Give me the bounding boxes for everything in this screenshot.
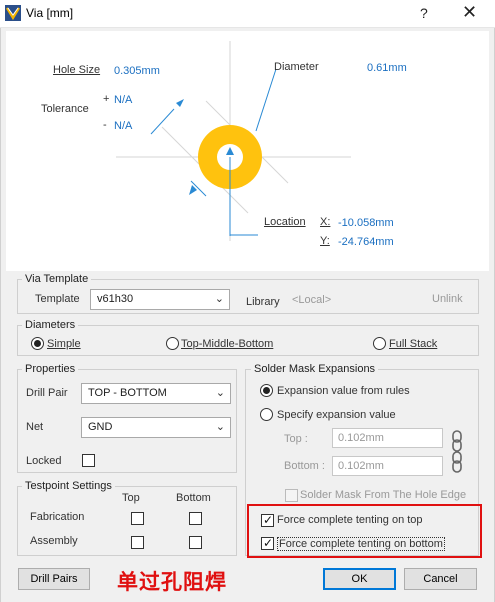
location-y-value[interactable]: -24.764mm bbox=[338, 236, 394, 248]
tent-top-label[interactable]: Force complete tenting on top bbox=[277, 514, 423, 526]
via-template-group-title: Via Template bbox=[22, 273, 92, 285]
mask-from-hole-edge-label: Solder Mask From The Hole Edge bbox=[300, 489, 467, 501]
hole-size-label: Hole Size bbox=[53, 64, 101, 76]
diameters-simple-label[interactable]: Simple bbox=[47, 338, 81, 350]
testpoint-group-title: Testpoint Settings bbox=[22, 480, 115, 492]
testpoint-col-bottom: Bottom bbox=[176, 492, 211, 504]
drill-pair-label: Drill Pair bbox=[26, 387, 68, 399]
solder-mask-group-title: Solder Mask Expansions bbox=[251, 363, 379, 375]
cancel-button[interactable]: Cancel bbox=[404, 568, 477, 590]
location-x-value[interactable]: -10.058mm bbox=[338, 217, 394, 229]
template-combobox-value: v61h30 bbox=[97, 293, 134, 305]
location-x-label: X: bbox=[320, 216, 331, 228]
testpoint-assembly-bottom-checkbox[interactable] bbox=[189, 536, 202, 549]
tolerance-minus-value[interactable]: N/A bbox=[114, 120, 132, 132]
testpoint-assembly-top-checkbox[interactable] bbox=[131, 536, 144, 549]
tolerance-plus-value[interactable]: N/A bbox=[114, 94, 132, 106]
location-y-label: Y: bbox=[320, 235, 330, 247]
expansion-from-rules-label[interactable]: Expansion value from rules bbox=[277, 385, 410, 397]
annotation-text: 单过孔阻焊 bbox=[117, 571, 227, 594]
diameter-value[interactable]: 0.61mm bbox=[367, 62, 407, 74]
template-combobox[interactable]: v61h30 ⌄ bbox=[90, 289, 230, 310]
hole-size-value[interactable]: 0.305mm bbox=[114, 65, 160, 77]
tolerance-label: Tolerance bbox=[41, 103, 89, 115]
testpoint-fabrication-top-checkbox[interactable] bbox=[131, 512, 144, 525]
net-combobox[interactable]: GND ⌄ bbox=[81, 417, 231, 438]
help-button[interactable]: ? bbox=[420, 5, 428, 21]
library-value: <Local> bbox=[292, 294, 332, 306]
mask-bottom-input[interactable]: 0.102mm bbox=[332, 456, 443, 476]
drill-pair-combobox[interactable]: TOP - BOTTOM ⌄ bbox=[81, 383, 231, 404]
diameters-top-middle-bottom-label[interactable]: Top-Middle-Bottom bbox=[181, 338, 273, 350]
mask-bottom-label: Bottom : bbox=[284, 460, 325, 472]
unlink-button[interactable]: Unlink bbox=[432, 293, 463, 305]
testpoint-fabrication-bottom-checkbox[interactable] bbox=[189, 512, 202, 525]
testpoint-fabrication-label: Fabrication bbox=[30, 511, 85, 523]
specify-expansion-label[interactable]: Specify expansion value bbox=[277, 409, 396, 421]
mask-top-label: Top : bbox=[284, 433, 308, 445]
testpoint-col-top: Top bbox=[122, 492, 140, 504]
chevron-down-icon: ⌄ bbox=[215, 421, 225, 433]
properties-group-title: Properties bbox=[22, 363, 79, 375]
testpoint-assembly-label: Assembly bbox=[30, 535, 78, 547]
close-button[interactable]: ✕ bbox=[462, 2, 477, 23]
drill-pairs-button[interactable]: Drill Pairs bbox=[18, 568, 90, 590]
link-chain-icon[interactable] bbox=[452, 430, 462, 477]
diameters-group-title: Diameters bbox=[22, 319, 79, 331]
library-label: Library bbox=[246, 296, 280, 308]
template-label: Template bbox=[35, 293, 80, 305]
locked-label: Locked bbox=[26, 455, 62, 467]
tent-top-checkbox[interactable] bbox=[261, 513, 274, 527]
diameters-full-stack-radio[interactable] bbox=[373, 337, 386, 350]
chevron-down-icon: ⌄ bbox=[215, 387, 225, 399]
tent-bottom-label[interactable]: Force complete tenting on bottom bbox=[277, 537, 445, 551]
tolerance-minus-sign: - bbox=[103, 119, 107, 131]
diameters-full-stack-label[interactable]: Full Stack bbox=[389, 338, 437, 350]
locked-checkbox[interactable] bbox=[82, 454, 95, 467]
tent-bottom-checkbox[interactable] bbox=[261, 536, 274, 550]
mask-top-input[interactable]: 0.102mm bbox=[332, 428, 443, 448]
chevron-down-icon: ⌄ bbox=[214, 293, 224, 305]
ok-button[interactable]: OK bbox=[323, 568, 396, 590]
expansion-from-rules-radio[interactable] bbox=[260, 384, 273, 397]
net-label: Net bbox=[26, 421, 44, 433]
drill-pair-value: TOP - BOTTOM bbox=[88, 387, 167, 399]
location-label: Location bbox=[264, 216, 306, 228]
app-icon bbox=[4, 4, 22, 22]
window-title: Via [mm] bbox=[26, 6, 74, 20]
net-value: GND bbox=[88, 421, 113, 433]
diameters-simple-radio[interactable] bbox=[31, 337, 44, 350]
tolerance-plus-sign: + bbox=[103, 93, 110, 105]
diameters-top-middle-bottom-radio[interactable] bbox=[166, 337, 179, 350]
mask-from-hole-edge-checkbox[interactable] bbox=[285, 489, 298, 502]
diameter-label: Diameter bbox=[274, 61, 319, 73]
specify-expansion-radio[interactable] bbox=[260, 408, 273, 421]
